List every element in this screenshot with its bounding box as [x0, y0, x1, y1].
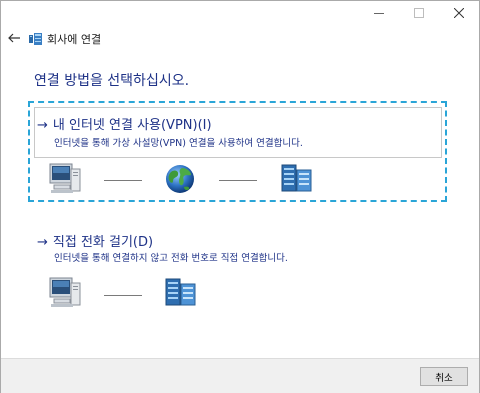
dialup-option-label: 직접 전화 걸기(D)	[52, 235, 154, 250]
footer-bar	[1, 358, 479, 393]
window-title: 회사에 연결	[47, 33, 102, 46]
page-heading: 연결 방법을 선택하십시오.	[34, 73, 190, 89]
server-icon	[165, 278, 196, 306]
connection-line	[219, 180, 257, 181]
vpn-option-title[interactable]: → 내 인터넷 연결 사용(VPN)(I)	[37, 114, 212, 133]
vpn-option-description: 인터넷을 통해 가상 사설망(VPN) 연결을 사용하여 연결합니다.	[54, 138, 303, 149]
cancel-button[interactable]: 취소	[420, 367, 468, 386]
vpn-option-arrow-icon: →	[37, 118, 48, 133]
close-button[interactable]	[439, 1, 479, 25]
vpn-option-label: 내 인터넷 연결 사용(VPN)(I)	[52, 118, 212, 133]
server-icon	[281, 164, 312, 192]
computer-icon	[49, 163, 81, 193]
dialup-option-arrow-icon: →	[37, 235, 48, 250]
globe-icon	[166, 165, 194, 193]
computer-icon	[49, 277, 81, 307]
dialup-option-description: 인터넷을 통해 연결하지 않고 전화 번호로 직접 연결합니다.	[54, 253, 288, 264]
close-icon	[454, 8, 464, 18]
caption-buttons	[359, 1, 479, 25]
maximize-button[interactable]	[399, 1, 439, 25]
workplace-network-icon	[29, 33, 42, 45]
back-arrow-icon[interactable]	[7, 31, 21, 45]
connection-line	[104, 180, 142, 181]
dialup-option-title[interactable]: → 직접 전화 걸기(D)	[37, 231, 153, 250]
minimize-button[interactable]	[359, 1, 399, 25]
connect-to-workplace-window: 회사에 연결 연결 방법을 선택하십시오. → 내 인터넷 연결 사용(VPN)(…	[0, 0, 480, 393]
connection-line	[104, 295, 142, 296]
